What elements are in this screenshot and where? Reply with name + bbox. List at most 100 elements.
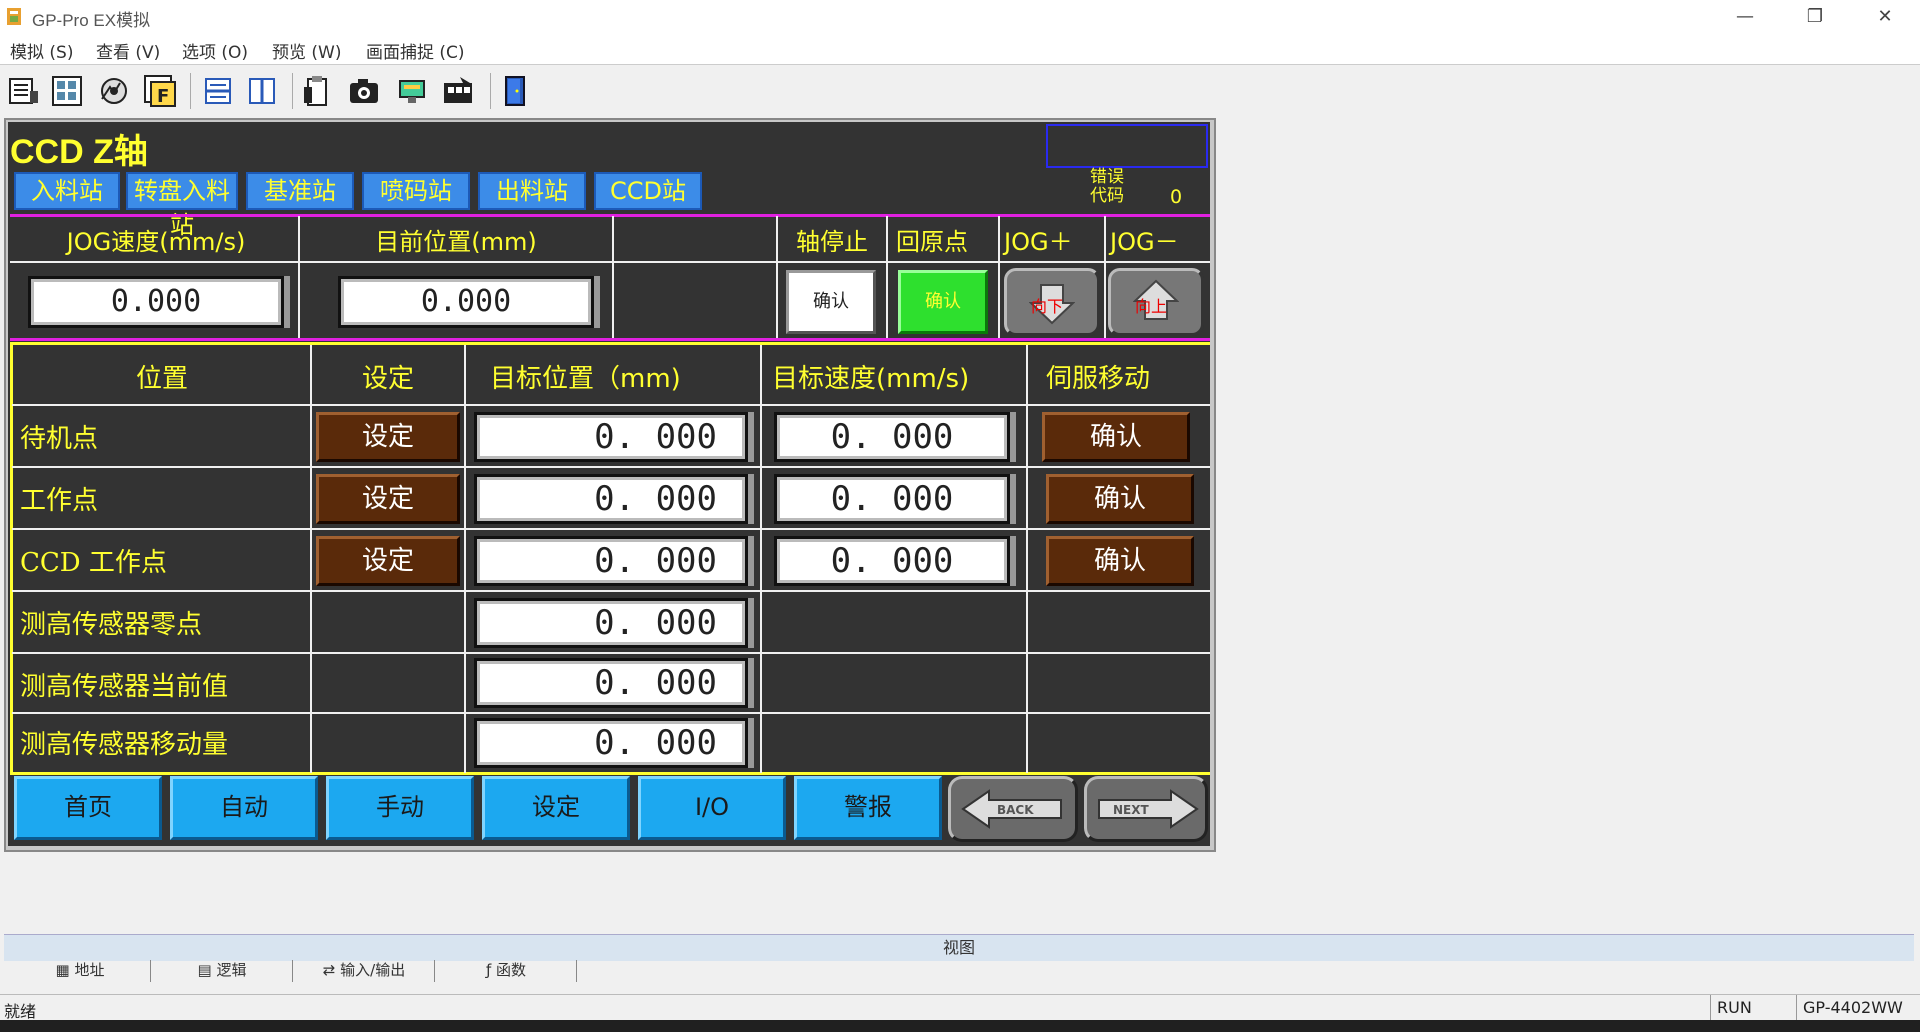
divider bbox=[464, 345, 466, 773]
axis-stop-button[interactable]: 确认 bbox=[786, 270, 876, 334]
home-button[interactable]: 确认 bbox=[898, 270, 988, 334]
jog-speed-label: JOG速度(mm/s) bbox=[66, 228, 246, 256]
target-position-work-point-input[interactable]: 0. 000 bbox=[474, 474, 748, 524]
page-title: CCD Z轴 bbox=[10, 133, 148, 171]
display-icon[interactable] bbox=[394, 73, 430, 109]
tab-logic-label: 逻辑 bbox=[216, 961, 247, 979]
film-icon[interactable] bbox=[440, 73, 476, 109]
divider bbox=[612, 216, 614, 338]
split-vertical-icon[interactable] bbox=[244, 73, 280, 109]
divider bbox=[12, 590, 1210, 592]
next-arrow-icon: NEXT bbox=[1098, 789, 1199, 829]
app-icon bbox=[7, 8, 21, 25]
run-status: RUN bbox=[1710, 995, 1797, 1021]
tab-io[interactable]: ⇄ 输入/输出 bbox=[294, 960, 435, 982]
tab-address-label: 地址 bbox=[74, 961, 105, 979]
divider bbox=[12, 404, 1210, 406]
address-icon: ▦ bbox=[55, 961, 75, 979]
split-horizontal-icon[interactable] bbox=[200, 73, 236, 109]
divider bbox=[12, 652, 1210, 654]
tab-output-station[interactable]: 出料站 bbox=[478, 172, 586, 210]
menu-preview[interactable]: 预览 (W) bbox=[272, 38, 341, 63]
target-speed-work-point-input[interactable]: 0. 000 bbox=[774, 474, 1010, 524]
device-model: GP-4402WW bbox=[1796, 995, 1920, 1021]
col-set-header: 设定 bbox=[361, 364, 414, 394]
jog-down-label: 向下 bbox=[1031, 297, 1064, 316]
toolbar-separator bbox=[292, 73, 293, 109]
tab-input-station[interactable]: 入料站 bbox=[14, 172, 120, 210]
jog-speed-input[interactable]: 0.000 bbox=[28, 276, 284, 328]
settings-wheel-icon[interactable] bbox=[96, 73, 132, 109]
current-position-label: 目前位置(mm) bbox=[375, 228, 537, 256]
jog-down-button[interactable]: 向下 bbox=[1004, 268, 1100, 336]
nav-alarm-button[interactable]: 警报 bbox=[794, 776, 942, 840]
divider bbox=[12, 712, 1210, 714]
jog-up-button[interactable]: 向上 bbox=[1108, 268, 1204, 336]
servo-move-standby-button[interactable]: 确认 bbox=[1042, 412, 1190, 462]
tab-function-label: 函数 bbox=[496, 961, 527, 979]
servo-move-ccd-work-point-button[interactable]: 确认 bbox=[1046, 536, 1194, 586]
tab-address[interactable]: ▦ 地址 bbox=[10, 960, 151, 982]
back-button[interactable]: BACK bbox=[948, 776, 1078, 842]
sensor-move-input[interactable]: 0. 000 bbox=[474, 718, 748, 768]
divider bbox=[12, 466, 1210, 468]
tab-logic[interactable]: ▤ 逻辑 bbox=[152, 960, 293, 982]
minimize-button[interactable]: — bbox=[1710, 0, 1780, 34]
target-speed-standby-input[interactable]: 0. 000 bbox=[774, 412, 1010, 462]
row-label-sensor-current: 测高传感器当前值 bbox=[20, 672, 229, 702]
tab-coding-station[interactable]: 喷码站 bbox=[362, 172, 470, 210]
set-standby-button[interactable]: 设定 bbox=[316, 412, 460, 462]
exit-door-icon[interactable] bbox=[498, 73, 534, 109]
status-bar: 就绪 RUN GP-4402WW bbox=[0, 994, 1920, 1021]
set-work-point-button[interactable]: 设定 bbox=[316, 474, 460, 524]
clipboard-icon[interactable] bbox=[300, 73, 336, 109]
project-icon[interactable] bbox=[6, 73, 42, 109]
target-position-standby-input[interactable]: 0. 000 bbox=[474, 412, 748, 462]
servo-move-work-point-button[interactable]: 确认 bbox=[1046, 474, 1194, 524]
restore-button[interactable]: ❐ bbox=[1780, 0, 1850, 34]
screen-list-icon[interactable] bbox=[50, 73, 86, 109]
error-code-value: 0 bbox=[1170, 186, 1183, 208]
error-code-label: 错误代码 bbox=[1090, 167, 1124, 206]
target-speed-ccd-work-point-input[interactable]: 0. 000 bbox=[774, 536, 1010, 586]
divider bbox=[12, 528, 1210, 530]
logic-icon: ▤ bbox=[197, 961, 217, 979]
camera-icon[interactable] bbox=[346, 73, 382, 109]
tab-turntable-station[interactable]: 转盘入料站 bbox=[126, 172, 238, 239]
divider bbox=[1026, 345, 1028, 773]
sensor-current-display: 0. 000 bbox=[474, 658, 748, 708]
divider bbox=[10, 338, 1210, 341]
title-frame bbox=[1046, 124, 1208, 168]
home-label: 回原点 bbox=[896, 228, 968, 256]
menu-options[interactable]: 选项 (O) bbox=[182, 38, 248, 63]
nav-auto-button[interactable]: 自动 bbox=[170, 776, 318, 840]
menu-capture[interactable]: 画面捕捉 (C) bbox=[366, 38, 465, 63]
tab-function[interactable]: ƒ 函数 bbox=[436, 960, 577, 982]
menu-bar: 模拟 (S) 查看 (V) 选项 (O) 预览 (W) 画面捕捉 (C) bbox=[0, 34, 1920, 64]
tab-ccd-station[interactable]: CCD站 bbox=[594, 172, 702, 210]
tab-reference-station[interactable]: 基准站 bbox=[246, 172, 354, 210]
feature-icon[interactable]: F bbox=[142, 73, 178, 109]
row-label-work-point: 工作点 bbox=[20, 486, 99, 516]
nav-settings-button[interactable]: 设定 bbox=[482, 776, 630, 840]
table-border-bottom bbox=[10, 772, 1210, 775]
divider bbox=[10, 261, 1210, 263]
target-position-ccd-work-point-input[interactable]: 0. 000 bbox=[474, 536, 748, 586]
menu-simulate[interactable]: 模拟 (S) bbox=[10, 38, 73, 63]
status-text: 就绪 bbox=[4, 1002, 37, 1021]
close-button[interactable]: ✕ bbox=[1850, 0, 1920, 34]
col-servo-move-header: 伺服移动 bbox=[1046, 364, 1151, 394]
menu-view[interactable]: 查看 (V) bbox=[96, 38, 160, 63]
sensor-zero-input[interactable]: 0. 000 bbox=[474, 598, 748, 648]
table-border-top bbox=[10, 342, 1210, 345]
toolbar: F bbox=[0, 64, 1920, 117]
col-position-header: 位置 bbox=[135, 364, 188, 394]
next-button[interactable]: NEXT bbox=[1084, 776, 1208, 842]
nav-io-button[interactable]: I/O bbox=[638, 776, 786, 840]
back-arrow-icon: BACK bbox=[961, 789, 1062, 829]
set-ccd-work-point-button[interactable]: 设定 bbox=[316, 536, 460, 586]
nav-manual-button[interactable]: 手动 bbox=[326, 776, 474, 840]
nav-home-button[interactable]: 首页 bbox=[14, 776, 162, 840]
toolbar-separator bbox=[490, 73, 491, 109]
next-label: NEXT bbox=[1113, 803, 1149, 817]
